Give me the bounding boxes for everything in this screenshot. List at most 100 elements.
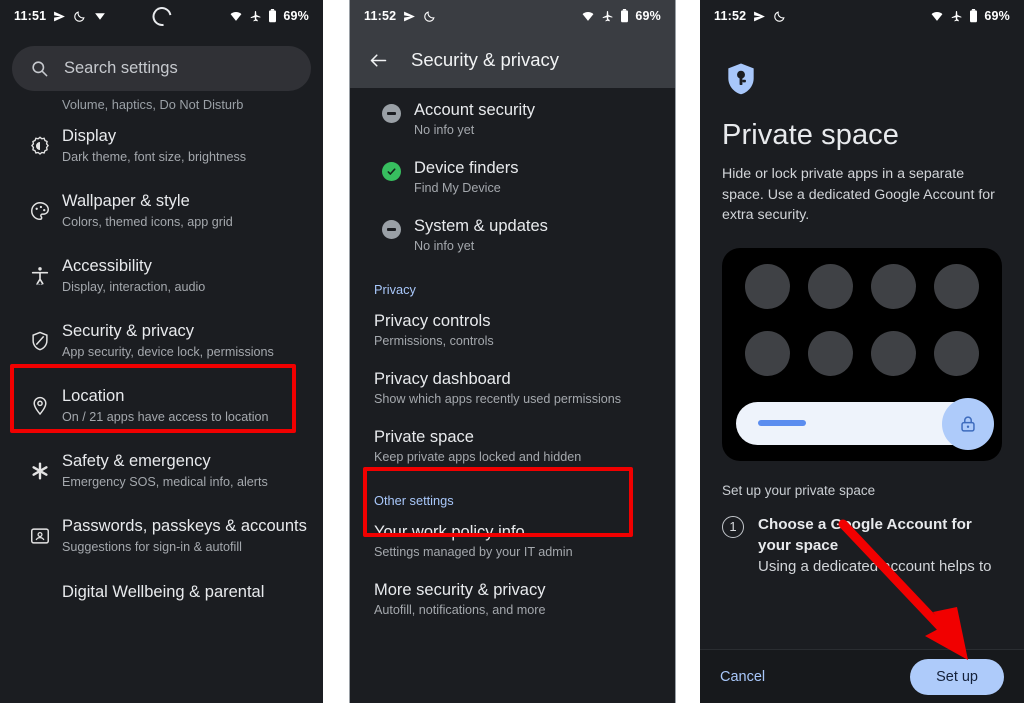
settings-item-subtitle: On / 21 apps have access to location <box>62 410 269 424</box>
partial-row-top: Volume, haptics, Do Not Disturb <box>62 97 244 112</box>
location-icon <box>753 10 766 23</box>
screenshot-stage: 11:51 69% Search settings Volume, haptic… <box>0 0 1024 703</box>
status-bar-right: 69% <box>930 9 1010 23</box>
privacy-item-subtitle: Show which apps recently used permission… <box>374 392 622 406</box>
status-time: 11:52 <box>714 9 747 23</box>
settings-item-wallpaper-style[interactable]: Wallpaper & style Colors, themed icons, … <box>0 178 323 243</box>
minus-badge-icon <box>368 99 414 123</box>
other-item-title: More security & privacy <box>374 581 546 599</box>
page-title: Security & privacy <box>411 49 560 70</box>
airplane-mode-icon <box>601 10 614 23</box>
privacy-item-private-space[interactable]: Private space Keep private apps locked a… <box>350 417 675 475</box>
privacy-item-title: Privacy dashboard <box>374 370 511 388</box>
status-bar: 11:52 69% <box>700 0 1024 32</box>
status-time: 11:52 <box>364 9 397 23</box>
private-space-body: Private space Hide or lock private apps … <box>700 60 1024 577</box>
airplane-mode-icon <box>950 10 963 23</box>
loading-spinner-icon <box>148 2 175 30</box>
display-brightness-icon <box>18 135 62 157</box>
privacy-item-title: Privacy controls <box>374 312 491 330</box>
other-item-more-security-privacy[interactable]: More security & privacy Autofill, notifi… <box>350 570 675 628</box>
security-list: Account security No info yet Device find… <box>350 88 675 628</box>
app-dot <box>745 263 790 309</box>
status-bar: 11:52 69% <box>350 0 675 32</box>
security-item-subtitle: Find My Device <box>414 181 501 195</box>
minus-badge-icon <box>368 215 414 239</box>
privacy-item-privacy-controls[interactable]: Privacy controls Permissions, controls <box>350 301 675 359</box>
accessibility-icon <box>18 265 62 287</box>
battery-percent: 69% <box>984 9 1010 23</box>
status-bar-left: 11:52 <box>364 9 436 23</box>
settings-item-title: Location <box>62 387 125 405</box>
search-placeholder: Search settings <box>64 59 178 77</box>
step-body: Using a dedicated account helps to <box>758 557 992 575</box>
cancel-button[interactable]: Cancel <box>720 669 765 685</box>
private-space-illustration <box>722 247 1002 461</box>
settings-item-security-privacy[interactable]: Security & privacy App security, device … <box>0 308 323 373</box>
asterisk-icon <box>18 460 62 482</box>
settings-item-display[interactable]: Display Dark theme, font size, brightnes… <box>0 113 323 178</box>
app-dot <box>934 263 979 309</box>
status-bar-left: 11:52 <box>714 9 786 23</box>
security-item-system-updates[interactable]: System & updates No info yet <box>350 206 675 264</box>
settings-item-title: Digital Wellbeing & parental <box>62 583 265 601</box>
battery-icon <box>620 9 629 23</box>
battery-icon <box>268 9 277 23</box>
settings-item-subtitle: Dark theme, font size, brightness <box>62 150 247 164</box>
settings-item-subtitle: Colors, themed icons, app grid <box>62 215 233 229</box>
other-item-work-policy-info[interactable]: Your work policy info Settings managed b… <box>350 512 675 570</box>
app-dot <box>871 263 916 309</box>
airplane-mode-icon <box>249 10 262 23</box>
location-icon <box>403 10 416 23</box>
vpn-icon <box>93 10 107 23</box>
security-item-device-finders[interactable]: Device finders Find My Device <box>350 148 675 206</box>
dnd-moon-icon <box>423 10 436 23</box>
status-time: 11:51 <box>14 9 47 23</box>
settings-item-digital-wellbeing[interactable]: Digital Wellbeing & parental <box>0 568 323 630</box>
section-header-other-settings: Other settings <box>374 493 454 508</box>
battery-icon <box>969 9 978 23</box>
dnd-moon-icon <box>73 10 86 23</box>
other-item-subtitle: Autofill, notifications, and more <box>374 603 546 617</box>
step-number: 1 <box>722 515 744 538</box>
settings-item-location[interactable]: Location On / 21 apps have access to loc… <box>0 373 323 438</box>
app-dot <box>934 330 979 376</box>
palette-icon <box>18 200 62 222</box>
status-bar-left: 11:51 <box>14 9 107 23</box>
wifi-icon <box>930 10 944 23</box>
settings-item-title: Display <box>62 127 117 145</box>
location-pin-icon <box>18 395 62 417</box>
app-dot <box>745 330 790 376</box>
settings-item-subtitle: App security, device lock, permissions <box>62 345 274 359</box>
page-description: Hide or lock private apps in a separate … <box>722 166 995 223</box>
privacy-item-privacy-dashboard[interactable]: Privacy dashboard Show which apps recent… <box>350 359 675 417</box>
other-item-subtitle: Settings managed by your IT admin <box>374 545 573 559</box>
location-icon <box>53 10 66 23</box>
lock-icon <box>942 397 994 450</box>
search-icon <box>30 59 49 78</box>
phone-panel-private-space: 11:52 69% Private space Hide or lock pri… <box>700 0 1024 703</box>
shield-icon <box>18 330 62 352</box>
security-item-title: System & updates <box>414 217 548 235</box>
privacy-item-title: Private space <box>374 428 474 446</box>
settings-item-subtitle: Suggestions for sign-in & autofill <box>62 540 242 554</box>
app-bar: Security & privacy <box>350 32 675 88</box>
settings-item-title: Wallpaper & style <box>62 192 190 210</box>
settings-item-safety-emergency[interactable]: Safety & emergency Emergency SOS, medica… <box>0 438 323 503</box>
settings-item-title: Safety & emergency <box>62 452 211 470</box>
app-dots-grid <box>736 263 988 376</box>
page-title: Private space <box>722 119 899 151</box>
settings-item-passwords-accounts[interactable]: Passwords, passkeys & accounts Suggestio… <box>0 503 323 568</box>
check-badge-icon <box>368 157 414 181</box>
set-up-button[interactable]: Set up <box>910 658 1004 695</box>
status-bar: 11:51 69% <box>0 0 323 32</box>
back-arrow-icon[interactable] <box>368 50 389 71</box>
security-item-subtitle: No info yet <box>414 239 475 253</box>
settings-list: Display Dark theme, font size, brightnes… <box>0 113 323 630</box>
settings-item-accessibility[interactable]: Accessibility Display, interaction, audi… <box>0 243 323 308</box>
settings-item-title: Accessibility <box>62 257 152 275</box>
search-input[interactable]: Search settings <box>12 46 311 91</box>
security-item-account-security[interactable]: Account security No info yet <box>350 90 675 148</box>
security-item-title: Account security <box>414 101 536 119</box>
dialog-footer: Cancel Set up <box>700 649 1024 703</box>
